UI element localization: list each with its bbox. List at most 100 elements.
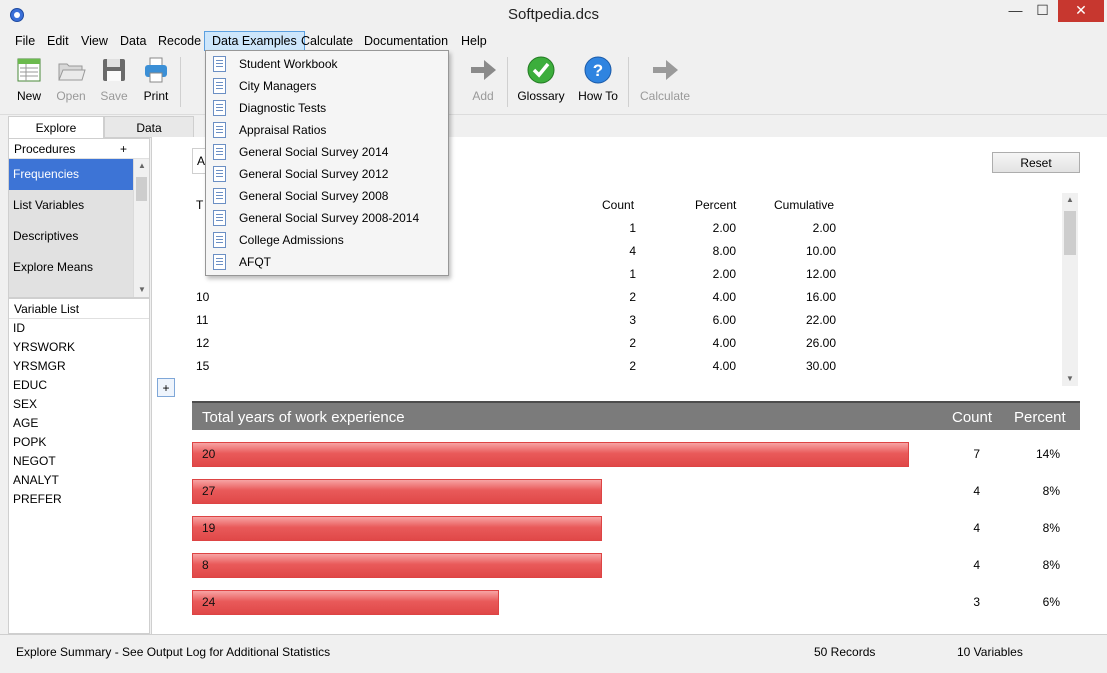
chart-percent-value: 8% (1042, 521, 1060, 535)
chart-bar-label: 19 (202, 521, 216, 535)
menu-help[interactable]: Help (454, 31, 494, 51)
chart-bar-label: 20 (202, 447, 216, 461)
chart-bar (192, 479, 602, 504)
procedures-title: Procedures (14, 142, 76, 156)
menu-edit[interactable]: Edit (40, 31, 76, 51)
chart-percent-value: 6% (1042, 595, 1060, 609)
minimize-button[interactable]: — (1002, 0, 1029, 22)
scroll-up-icon[interactable]: ▲ (134, 159, 149, 173)
chart-row: 24 3 6% (192, 590, 1080, 615)
chart-count-header: Count (952, 409, 993, 426)
menu-documentation[interactable]: Documentation (357, 31, 455, 51)
menu-item-city-managers[interactable]: City Managers (206, 75, 448, 97)
document-icon (213, 188, 226, 204)
document-icon (213, 166, 226, 182)
menu-calculate[interactable]: Calculate (294, 31, 360, 51)
freq-cumulative-cell: 10.00 (805, 244, 836, 258)
status-records: 50 Records (814, 645, 876, 659)
freq-percent-cell: 2.00 (712, 221, 736, 235)
menu-item-diagnostic-tests[interactable]: Diagnostic Tests (206, 97, 448, 119)
menu-recode[interactable]: Recode (151, 31, 208, 51)
menu-item-gss-2008[interactable]: General Social Survey 2008 (206, 185, 448, 207)
add-procedure-button[interactable]: + (120, 139, 127, 159)
document-icon (213, 100, 226, 116)
variable-item[interactable]: SEX (9, 395, 149, 414)
variable-item[interactable]: PREFER (9, 490, 149, 509)
procedure-explore-means[interactable]: Explore Means (9, 252, 133, 283)
expand-button[interactable]: + (157, 378, 175, 397)
status-bar: Explore Summary - See Output Log for Add… (0, 634, 1107, 673)
save-button[interactable]: Save (92, 55, 136, 103)
chart-percent-value: 14% (1035, 447, 1060, 461)
open-button[interactable]: Open (49, 55, 93, 103)
variable-item[interactable]: AGE (9, 414, 149, 433)
freq-percent-cell: 4.00 (712, 290, 736, 304)
chart-count-value: 3 (973, 595, 980, 609)
tab-data[interactable]: Data (104, 116, 194, 138)
frequency-scrollbar[interactable]: ▲ ▼ (1062, 193, 1078, 386)
freq-count-cell: 2 (629, 359, 636, 373)
variable-item[interactable]: ANALYT (9, 471, 149, 490)
chart-row: 8 4 8% (192, 553, 1080, 578)
glossary-button[interactable]: Glossary (516, 55, 566, 103)
add-button[interactable]: Add (461, 55, 505, 103)
menu-item-gss-2008-2014[interactable]: General Social Survey 2008-2014 (206, 207, 448, 229)
scroll-down-icon[interactable]: ▼ (134, 283, 149, 297)
arrow-right-icon (471, 60, 496, 80)
variable-item[interactable]: POPK (9, 433, 149, 452)
variable-item[interactable]: EDUC (9, 376, 149, 395)
window-title: Softpedia.dcs (508, 6, 599, 23)
how-to-button[interactable]: ? How To (574, 55, 622, 103)
freq-cumulative-cell: 22.00 (805, 313, 836, 327)
menu-item-gss-2014[interactable]: General Social Survey 2014 (206, 141, 448, 163)
chart-bar (192, 553, 602, 578)
status-summary: Explore Summary - See Output Log for Add… (16, 645, 331, 659)
scroll-up-icon[interactable]: ▲ (1062, 193, 1078, 207)
menu-item-appraisal-ratios[interactable]: Appraisal Ratios (206, 119, 448, 141)
maximize-button[interactable]: ☐ (1029, 0, 1056, 22)
variable-item[interactable]: YRSWORK (9, 338, 149, 357)
percent-header: Percent (695, 198, 737, 212)
menu-data[interactable]: Data (113, 31, 153, 51)
variable-item[interactable]: ID (9, 319, 149, 338)
toolbar-separator (180, 57, 181, 107)
chart-title: Total years of work experience (202, 409, 405, 426)
chart-percent-value: 8% (1042, 484, 1060, 498)
procedure-frequencies[interactable]: Frequencies (9, 159, 133, 190)
glossary-label: Glossary (517, 89, 565, 103)
scroll-down-icon[interactable]: ▼ (1062, 372, 1078, 386)
reset-button[interactable]: Reset (992, 152, 1080, 173)
variable-list-panel: Variable List ID YRSWORK YRSMGR EDUC SEX… (8, 298, 150, 634)
new-button[interactable]: New (7, 55, 51, 103)
cumulative-header: Cumulative (774, 198, 835, 212)
freq-percent-cell: 4.00 (712, 336, 736, 350)
menu-item-college-admissions[interactable]: College Admissions (206, 229, 448, 251)
document-icon (213, 254, 226, 270)
save-label: Save (100, 89, 128, 103)
menu-view[interactable]: View (74, 31, 115, 51)
document-icon (213, 78, 226, 94)
tab-explore[interactable]: Explore (8, 116, 104, 139)
menu-item-student-workbook[interactable]: Student Workbook (206, 53, 448, 75)
procedures-list: Frequencies List Variables Descriptives … (9, 159, 133, 297)
variable-item[interactable]: NEGOT (9, 452, 149, 471)
menu-file[interactable]: File (8, 31, 42, 51)
procedure-descriptives[interactable]: Descriptives (9, 221, 133, 252)
procedures-scrollbar[interactable]: ▲ ▼ (133, 159, 149, 297)
how-to-label: How To (578, 89, 618, 103)
calculate-button[interactable]: Calculate (638, 55, 692, 103)
floppy-icon (103, 59, 125, 81)
print-button[interactable]: Print (134, 55, 178, 103)
menu-bar: File Edit View Data Recode Data Examples… (0, 30, 1107, 51)
procedure-list-variables[interactable]: List Variables (9, 190, 133, 221)
menu-item-gss-2012[interactable]: General Social Survey 2012 (206, 163, 448, 185)
close-button[interactable]: ✕ (1058, 0, 1104, 22)
variable-item[interactable]: YRSMGR (9, 357, 149, 376)
chart-percent-value: 8% (1042, 558, 1060, 572)
scroll-thumb[interactable] (1064, 211, 1076, 255)
left-panel: Explore Data Procedures + Frequencies Li… (8, 116, 194, 634)
menu-data-examples[interactable]: Data Examples (204, 31, 305, 51)
scroll-thumb[interactable] (136, 177, 147, 201)
document-icon (213, 144, 226, 160)
menu-item-afqt[interactable]: AFQT (206, 251, 448, 273)
